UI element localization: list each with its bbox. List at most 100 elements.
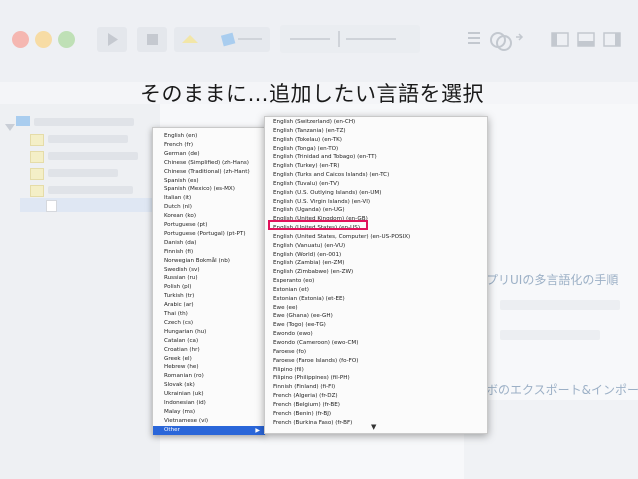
submenu-item[interactable]: Estonian (Estonia) (et-EE) — [273, 295, 487, 304]
menu-item[interactable]: Romanian (ro) — [153, 372, 265, 381]
submenu-item[interactable]: Ewondo (Cameroon) (ewo-CM) — [273, 339, 487, 348]
panel-layout-icon — [551, 32, 621, 47]
menu-item[interactable]: Italian (it) — [153, 194, 265, 203]
selected-file-row[interactable] — [20, 198, 160, 212]
scheme-selector[interactable] — [174, 27, 270, 52]
submenu-item[interactable]: English (Turks and Caicos Islands) (en-T… — [273, 171, 487, 180]
submenu-item[interactable]: Filipino (Philippines) (fil-PH) — [273, 374, 487, 383]
menu-item[interactable]: Catalan (ca) — [153, 337, 265, 346]
menu-item[interactable]: Danish (da) — [153, 239, 265, 248]
zoom-window-icon[interactable] — [58, 31, 75, 48]
background-heading-2: ボのエクスポート&インポート — [486, 383, 638, 397]
submenu-item[interactable]: French (Burkina Faso) (fr-BF) — [273, 419, 487, 428]
tree-row — [48, 186, 133, 194]
submenu-item[interactable]: Ewe (ee) — [273, 304, 487, 313]
menu-item[interactable]: Thai (th) — [153, 310, 265, 319]
play-icon — [108, 33, 118, 46]
menu-item[interactable]: Polish (pl) — [153, 283, 265, 292]
menu-item[interactable]: Chinese (Simplified) (zh-Hans) — [153, 159, 265, 168]
stop-button[interactable] — [137, 27, 167, 52]
menu-item[interactable]: Chinese (Traditional) (zh-Hant) — [153, 168, 265, 177]
activity-viewer — [280, 25, 420, 53]
submenu-item[interactable]: English (World) (en-001) — [273, 251, 487, 260]
file-icon — [46, 200, 57, 212]
menu-item[interactable]: Norwegian Bokmål (nb) — [153, 257, 265, 266]
panel-toggle-icons[interactable] — [550, 31, 630, 53]
submenu-item[interactable]: Esperanto (eo) — [273, 277, 487, 286]
menu-item[interactable]: Spanish (es) — [153, 177, 265, 186]
submenu-item[interactable]: Ewe (Togo) (ee-TG) — [273, 321, 487, 330]
tree-row — [48, 135, 128, 143]
ghost-row — [500, 330, 600, 340]
minimize-window-icon[interactable] — [35, 31, 52, 48]
submenu-item[interactable]: English (Uganda) (en-UG) — [273, 206, 487, 215]
folder-icon — [30, 185, 44, 197]
submenu-item[interactable]: French (Benin) (fr-BJ) — [273, 410, 487, 419]
menu-item[interactable]: Portuguese (pt) — [153, 221, 265, 230]
submenu-item[interactable]: English (Tanzania) (en-TZ) — [273, 127, 487, 136]
menu-item[interactable]: Portuguese (Portugal) (pt-PT) — [153, 230, 265, 239]
highlight-box — [268, 220, 368, 230]
submenu-item[interactable]: English (Vanuatu) (en-VU) — [273, 242, 487, 251]
folder-icon — [30, 151, 44, 163]
submenu-item[interactable]: Faroese (fo) — [273, 348, 487, 357]
menu-item[interactable]: Turkish (tr) — [153, 292, 265, 301]
run-button[interactable] — [97, 27, 127, 52]
menu-item[interactable]: Croatian (hr) — [153, 346, 265, 355]
submenu-item[interactable]: English (U.S. Virgin Islands) (en-VI) — [273, 198, 487, 207]
submenu-item[interactable]: Filipino (fil) — [273, 366, 487, 375]
menu-item[interactable]: Dutch (nl) — [153, 203, 265, 212]
submenu-item[interactable]: English (U.S. Outlying Islands) (en-UM) — [273, 189, 487, 198]
submenu-item[interactable]: Finnish (Finland) (fi-FI) — [273, 383, 487, 392]
submenu-item[interactable]: Faroese (Faroe Islands) (fo-FO) — [273, 357, 487, 366]
submenu-item[interactable]: English (United States, Computer) (en-US… — [273, 233, 487, 242]
submenu-item[interactable]: Estonian (et) — [273, 286, 487, 295]
menu-item[interactable]: English (en) — [153, 132, 265, 141]
submenu-item[interactable]: English (Tokelau) (en-TK) — [273, 136, 487, 145]
menu-item[interactable]: French (fr) — [153, 141, 265, 150]
submenu-item[interactable]: English (Trinidad and Tobago) (en-TT) — [273, 153, 487, 162]
menu-item[interactable]: Arabic (ar) — [153, 301, 265, 310]
menu-item[interactable]: Hebrew (he) — [153, 363, 265, 372]
submenu-arrow-icon: ▶ — [255, 427, 260, 435]
menu-item[interactable]: Hungarian (hu) — [153, 328, 265, 337]
editor-mode-icon — [468, 32, 524, 51]
folder-icon — [30, 168, 44, 180]
menu-item[interactable]: Spanish (Mexico) (es-MX) — [153, 185, 265, 194]
menu-item[interactable]: Swedish (sv) — [153, 266, 265, 275]
submenu-item[interactable]: English (Turkey) (en-TR) — [273, 162, 487, 171]
submenu-item[interactable]: English (Switzerland) (en-CH) — [273, 118, 487, 127]
disclosure-triangle-icon[interactable] — [5, 117, 15, 131]
menu-item[interactable]: Greek (el) — [153, 355, 265, 364]
menu-item[interactable]: Slovak (sk) — [153, 381, 265, 390]
submenu-item[interactable]: Ewe (Ghana) (ee-GH) — [273, 312, 487, 321]
menu-item[interactable]: Korean (ko) — [153, 212, 265, 221]
tree-row — [48, 152, 138, 160]
menu-item[interactable]: Malay (ms) — [153, 408, 265, 417]
submenu-item[interactable]: French (Belgium) (fr-BE) — [273, 401, 487, 410]
menu-item[interactable]: Vietnamese (vi) — [153, 417, 265, 426]
close-window-icon[interactable] — [12, 31, 29, 48]
menu-item[interactable]: Ukrainian (uk) — [153, 390, 265, 399]
submenu-item[interactable]: English (Tuvalu) (en-TV) — [273, 180, 487, 189]
folder-icon — [30, 134, 44, 146]
menu-item[interactable]: German (de) — [153, 150, 265, 159]
submenu-item[interactable]: English (Zambia) (en-ZM) — [273, 259, 487, 268]
submenu-item[interactable]: English (Tonga) (en-TO) — [273, 145, 487, 154]
tree-row — [48, 169, 118, 177]
submenu-item[interactable]: Ewondo (ewo) — [273, 330, 487, 339]
tree-row — [34, 118, 134, 126]
other-languages-submenu: English (Switzerland) (en-CH) English (Ta… — [264, 116, 488, 434]
scroll-down-icon[interactable]: ▼ — [371, 423, 376, 431]
menu-item[interactable]: Finnish (fi) — [153, 248, 265, 257]
editor-mode-icons[interactable] — [466, 29, 526, 55]
stop-icon — [147, 34, 158, 45]
submenu-item[interactable]: French (Algeria) (fr-DZ) — [273, 392, 487, 401]
menu-item-other[interactable]: Other ▶ — [153, 426, 265, 436]
menu-item[interactable]: Indonesian (id) — [153, 399, 265, 408]
menu-item[interactable]: Czech (cs) — [153, 319, 265, 328]
activity-lines-icon — [290, 31, 396, 47]
inspector-panel — [464, 400, 638, 479]
submenu-item[interactable]: English (Zimbabwe) (en-ZW) — [273, 268, 487, 277]
menu-item[interactable]: Russian (ru) — [153, 274, 265, 283]
